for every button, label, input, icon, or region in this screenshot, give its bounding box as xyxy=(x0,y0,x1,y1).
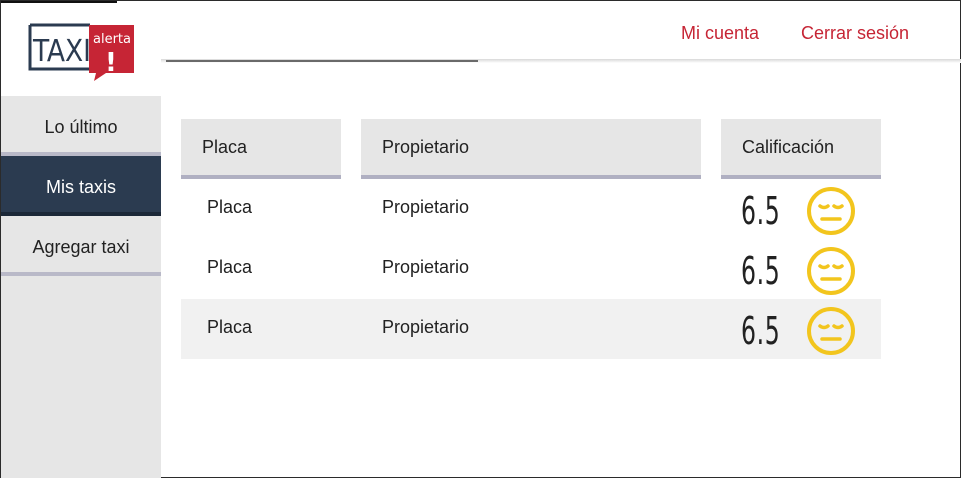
logo-alerta-text: alerta xyxy=(93,32,131,47)
cell-rating: 6.5 xyxy=(741,189,781,233)
sidebar-item-label: Mis taxis xyxy=(45,177,116,197)
table-row[interactable]: Placa Propietario 6.5 xyxy=(181,299,881,359)
taxi-alerta-logo[interactable]: TAXI alerta ! xyxy=(26,21,136,83)
cell-plate: Placa xyxy=(207,257,253,277)
table-row[interactable]: Placa Propietario 6.5 xyxy=(181,239,881,299)
column-header-label: Placa xyxy=(202,137,248,157)
column-header-rating[interactable]: Calificación xyxy=(721,119,881,179)
top-rule xyxy=(1,1,117,3)
column-header-owner[interactable]: Propietario xyxy=(361,119,701,179)
neutral-face-icon xyxy=(807,247,855,295)
cell-rating: 6.5 xyxy=(741,309,781,353)
cell-rating: 6.5 xyxy=(741,249,781,293)
logout-link[interactable]: Cerrar sesión xyxy=(801,23,909,44)
column-header-label: Propietario xyxy=(382,137,470,157)
cell-owner: Propietario xyxy=(382,257,470,277)
table-row[interactable]: Placa Propietario 6.5 xyxy=(181,179,881,239)
cell-plate: Placa xyxy=(207,317,253,337)
sidebar-item-underline xyxy=(1,272,161,276)
cell-owner: Propietario xyxy=(382,197,470,217)
sidebar-item-label: Agregar taxi xyxy=(32,237,130,257)
logo-taxi-text: TAXI xyxy=(32,34,91,69)
account-link[interactable]: Mi cuenta xyxy=(681,23,759,44)
sidebar-item-my-taxis[interactable]: Mis taxis xyxy=(1,156,161,216)
column-header-label: Calificación xyxy=(742,137,835,157)
header-divider xyxy=(166,60,478,62)
cell-plate: Placa xyxy=(207,197,253,217)
cell-owner: Propietario xyxy=(382,317,470,337)
neutral-face-icon xyxy=(807,307,855,355)
sidebar-item-add-taxi[interactable]: Agregar taxi xyxy=(1,216,161,276)
sidebar-item-latest[interactable]: Lo último xyxy=(1,96,161,156)
logo-exclamation-mark: ! xyxy=(105,48,117,78)
neutral-face-icon xyxy=(807,187,855,235)
sidebar-item-label: Lo último xyxy=(44,117,118,137)
sidebar: Lo último Mis taxis Agregar taxi xyxy=(1,96,161,478)
column-header-plate[interactable]: Placa xyxy=(181,119,341,179)
